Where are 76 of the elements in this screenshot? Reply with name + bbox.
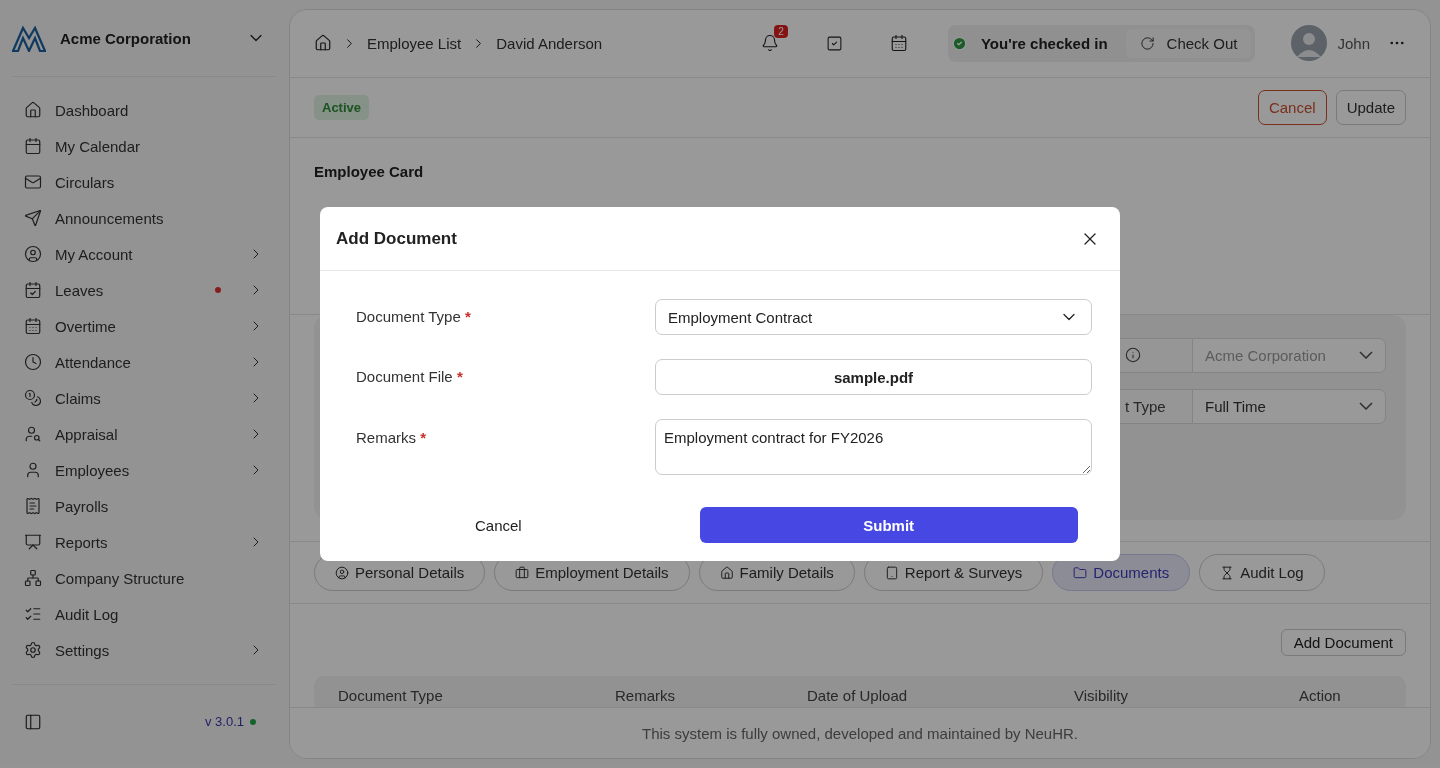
logo [12,24,46,52]
sidebar-item[interactable]: Dashboard [12,92,276,128]
menu-item-icon [24,389,42,407]
field-label: Remarks * [356,428,428,446]
menu-item-icon [24,461,42,479]
menu-item-icon [24,137,42,155]
tab-icon [719,565,734,580]
menu-item-icon [24,641,42,659]
sidebar-item[interactable]: Reports [12,524,276,560]
sidebar-item[interactable]: Payrolls [12,488,276,524]
company-name: Acme Corporation [60,29,192,47]
submit-button[interactable]: Submit [699,507,1078,543]
sidebar-item[interactable]: Settings [12,632,276,668]
task-icon[interactable] [825,34,843,52]
menu-item-icon [24,605,42,623]
menu-item-icon [24,281,42,299]
table-header: Document Type Remarks Date of Upload Visibility Action [314,676,1406,708]
field-label: Document File * [356,367,464,385]
bell-icon[interactable] [760,34,779,53]
section-title: Employee Card [314,163,424,181]
tab-icon [1220,565,1235,580]
field-label: Document Type * [356,307,472,325]
sidebar-item[interactable]: Appraisal [12,416,276,452]
update-button[interactable]: Update [1335,90,1406,125]
menu-item-icon [24,317,42,335]
count-badge: 2 [774,25,788,39]
sidebar-item[interactable]: Attendance [12,344,276,380]
tab-icon [1073,565,1088,580]
version-badge: v 3.0.1 [196,710,264,733]
menu-item-icon [24,245,42,263]
sidebar-toggle-icon[interactable] [24,712,42,731]
menu-item-icon [24,209,42,227]
menu-item-icon [24,425,42,443]
footer-text: This system is fully owned, developed and maintained by NeuHR. [290,707,1430,758]
tab-icon [884,565,899,580]
sidebar-item[interactable]: Audit Log [12,596,276,632]
sidebar-item[interactable]: Claims [12,380,276,416]
menu-item-icon [24,101,42,119]
sidebar-item[interactable]: Company Structure [12,560,276,596]
tab-icon [335,565,349,580]
tab[interactable]: Documents [1052,554,1191,592]
remarks-field[interactable]: Employment contract for FY2026 [655,419,1092,475]
employment-type-select[interactable]: Full Time [1192,388,1386,424]
tab-icon [515,565,530,580]
chevron-down-icon [1359,351,1373,360]
tab[interactable]: Audit Log [1199,554,1325,592]
home-icon[interactable] [314,34,332,53]
sidebar-item[interactable]: Leaves [12,272,276,308]
calendar-icon[interactable] [889,34,908,53]
checkin-status: You're checked in [979,34,1109,52]
add-document-button[interactable]: Add Document [1280,629,1406,657]
sidebar-item[interactable]: Overtime [12,308,276,344]
info-icon [1125,347,1141,364]
check-out-button[interactable]: Check Out [1125,28,1252,58]
sidebar-item[interactable]: Announcements [12,200,276,236]
sidebar-item[interactable]: Employees [12,452,276,488]
breadcrumb-link[interactable]: Employee List [367,34,462,52]
breadcrumb-link[interactable]: David Anderson [496,34,603,52]
check-circle-icon [951,35,967,51]
chevron-down-icon [1359,402,1373,411]
menu-item-icon [24,497,42,515]
sidebar-item[interactable]: My Account [12,236,276,272]
user-name: John [1337,34,1370,52]
menu-item-icon [24,533,42,551]
refresh-icon [1139,35,1155,51]
menu-item-icon [24,569,42,587]
menu-item-icon [24,353,42,371]
sidebar-item[interactable]: My Calendar [12,128,276,164]
cancel-button[interactable]: Cancel [445,508,552,542]
file-field[interactable]: sample.pdf [655,359,1092,395]
menu-item-icon [24,173,42,191]
sidebar-item[interactable]: Circulars [12,164,276,200]
status-badge: Active [314,95,370,120]
document-type-select[interactable]: Employment Contract [655,299,1092,335]
dialog-title: Add Document [336,228,457,249]
cancel-button[interactable]: Cancel [1257,90,1327,125]
